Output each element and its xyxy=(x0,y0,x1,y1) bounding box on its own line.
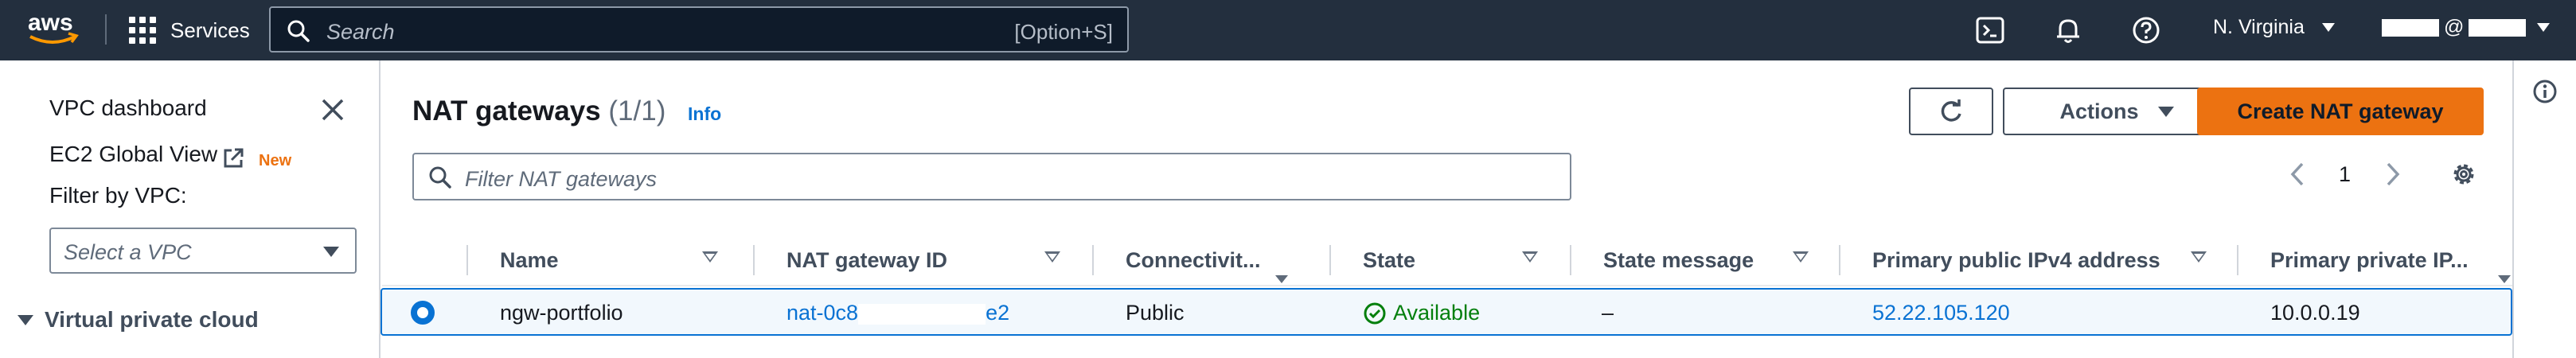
refresh-icon xyxy=(1941,99,1961,122)
aws-logo[interactable]: aws xyxy=(25,6,81,51)
column-header-nat-gateway-id[interactable]: NAT gateway ID xyxy=(786,248,947,273)
chevron-right-icon[interactable] xyxy=(2380,161,2404,188)
nat-id-prefix: nat-0c8 xyxy=(786,301,859,325)
cell-private-ip: 10.0.0.19 xyxy=(2270,301,2360,325)
chevron-down-icon xyxy=(323,247,339,257)
redacted-account-id xyxy=(2469,18,2527,37)
external-link-icon xyxy=(224,148,244,168)
help-icon[interactable] xyxy=(2130,14,2162,46)
account-menu[interactable]: @ xyxy=(2382,16,2551,39)
services-label: Services xyxy=(170,18,250,42)
sort-icon-inner xyxy=(2194,254,2203,260)
close-icon[interactable] xyxy=(320,97,345,123)
column-header-private-ip[interactable]: Primary private IP... xyxy=(2270,248,2469,273)
region-selector[interactable]: N. Virginia xyxy=(2213,16,2335,39)
nat-id-suffix: e2 xyxy=(986,301,1010,325)
sort-icon[interactable] xyxy=(2498,275,2511,283)
logo-text: aws xyxy=(28,10,73,36)
bell-icon[interactable] xyxy=(2052,14,2084,46)
chevron-down-icon xyxy=(2157,106,2174,117)
redacted-id-middle xyxy=(858,303,986,325)
column-header-connectivity[interactable]: Connectivit... xyxy=(1126,248,1261,273)
cell-public-ip[interactable]: 52.22.105.120 xyxy=(1872,301,2010,325)
section-title: Virtual private cloud xyxy=(45,307,259,332)
column-divider[interactable] xyxy=(2237,245,2238,275)
table-header: Name NAT gateway ID Connectivit... State… xyxy=(382,231,2512,286)
column-header-state[interactable]: State xyxy=(1363,248,1415,273)
column-divider xyxy=(466,245,468,275)
column-header-name[interactable]: Name xyxy=(500,248,559,273)
cell-state: Available xyxy=(1363,301,1480,325)
info-link[interactable]: Info xyxy=(688,103,721,125)
search-icon xyxy=(287,20,310,42)
selection-count: (1/1) xyxy=(608,95,666,126)
side-navigation: VPC dashboard EC2 Global View New Filter… xyxy=(0,60,381,358)
table-row[interactable]: ngw-portfolio nat-0c8 e2 Public Available… xyxy=(381,288,2512,336)
search-shortcut: [Option+S] xyxy=(1014,20,1113,44)
services-menu-button[interactable]: Services xyxy=(129,13,250,48)
current-page[interactable]: 1 xyxy=(2339,162,2351,187)
chevron-down-icon xyxy=(2537,23,2551,32)
settings-icon[interactable] xyxy=(2450,161,2477,188)
filter-by-vpc-label: Filter by VPC: xyxy=(49,183,187,208)
vpc-select-placeholder: Select a VPC xyxy=(64,240,192,264)
main-content: NAT gateways (1/1) Info Actions Create N… xyxy=(381,60,2512,358)
status-check-icon xyxy=(1364,302,1386,324)
chevron-down-icon xyxy=(2321,23,2335,32)
caret-down-icon xyxy=(18,314,33,325)
region-label: N. Virginia xyxy=(2213,16,2305,38)
state-label: Available xyxy=(1393,301,1481,325)
column-divider[interactable] xyxy=(753,245,755,275)
sort-icon-inner xyxy=(1796,254,1805,260)
account-separator: @ xyxy=(2444,16,2465,38)
help-panel-rail xyxy=(2512,60,2576,358)
cloudshell-icon[interactable] xyxy=(1974,14,2006,46)
redacted-account-name xyxy=(2382,18,2439,37)
sort-icon-inner xyxy=(705,254,715,260)
create-nat-gateway-button[interactable]: Create NAT gateway xyxy=(2197,88,2484,135)
column-header-public-ipv4[interactable]: Primary public IPv4 address xyxy=(1872,248,2160,273)
column-divider[interactable] xyxy=(1329,245,1331,275)
top-navigation: aws Services Search [Option+S] N. Virgin… xyxy=(0,0,2576,60)
column-divider[interactable] xyxy=(1092,245,1094,275)
filter-nat-gateways-input[interactable]: Filter NAT gateways xyxy=(412,153,1571,200)
grid-icon xyxy=(129,17,156,44)
global-search-input[interactable]: Search [Option+S] xyxy=(269,6,1129,53)
vpc-filter-select[interactable]: Select a VPC xyxy=(49,228,357,274)
ec2-global-view-link[interactable]: EC2 Global View xyxy=(49,142,217,167)
row-select-radio[interactable] xyxy=(411,301,435,325)
column-divider[interactable] xyxy=(1570,245,1571,275)
filter-placeholder: Filter NAT gateways xyxy=(465,167,658,191)
sort-icon-inner xyxy=(1048,254,1057,260)
search-placeholder: Search xyxy=(326,20,395,44)
actions-label: Actions xyxy=(2059,99,2139,123)
cell-connectivity: Public xyxy=(1126,301,1185,325)
info-icon[interactable] xyxy=(2531,78,2558,105)
create-label: Create NAT gateway xyxy=(2237,99,2444,123)
virtual-private-cloud-section[interactable]: Virtual private cloud xyxy=(18,307,259,333)
page-title-text: NAT gateways xyxy=(412,95,601,126)
new-badge: New xyxy=(259,152,292,169)
page-title: NAT gateways (1/1) xyxy=(412,95,665,127)
sort-icon-inner xyxy=(1525,254,1535,260)
cell-name: ngw-portfolio xyxy=(500,301,623,325)
refresh-button[interactable] xyxy=(1909,88,1993,135)
cell-state-message: – xyxy=(1602,301,1614,325)
column-divider[interactable] xyxy=(1839,245,1840,275)
cell-nat-gateway-id[interactable]: nat-0c8 e2 xyxy=(786,301,1009,325)
search-icon xyxy=(429,166,451,189)
column-header-state-message[interactable]: State message xyxy=(1603,248,1754,273)
vpc-dashboard-link[interactable]: VPC dashboard xyxy=(49,95,207,121)
nav-divider xyxy=(105,14,107,45)
sort-icon[interactable] xyxy=(1275,275,1288,283)
chevron-left-icon[interactable] xyxy=(2286,161,2310,188)
